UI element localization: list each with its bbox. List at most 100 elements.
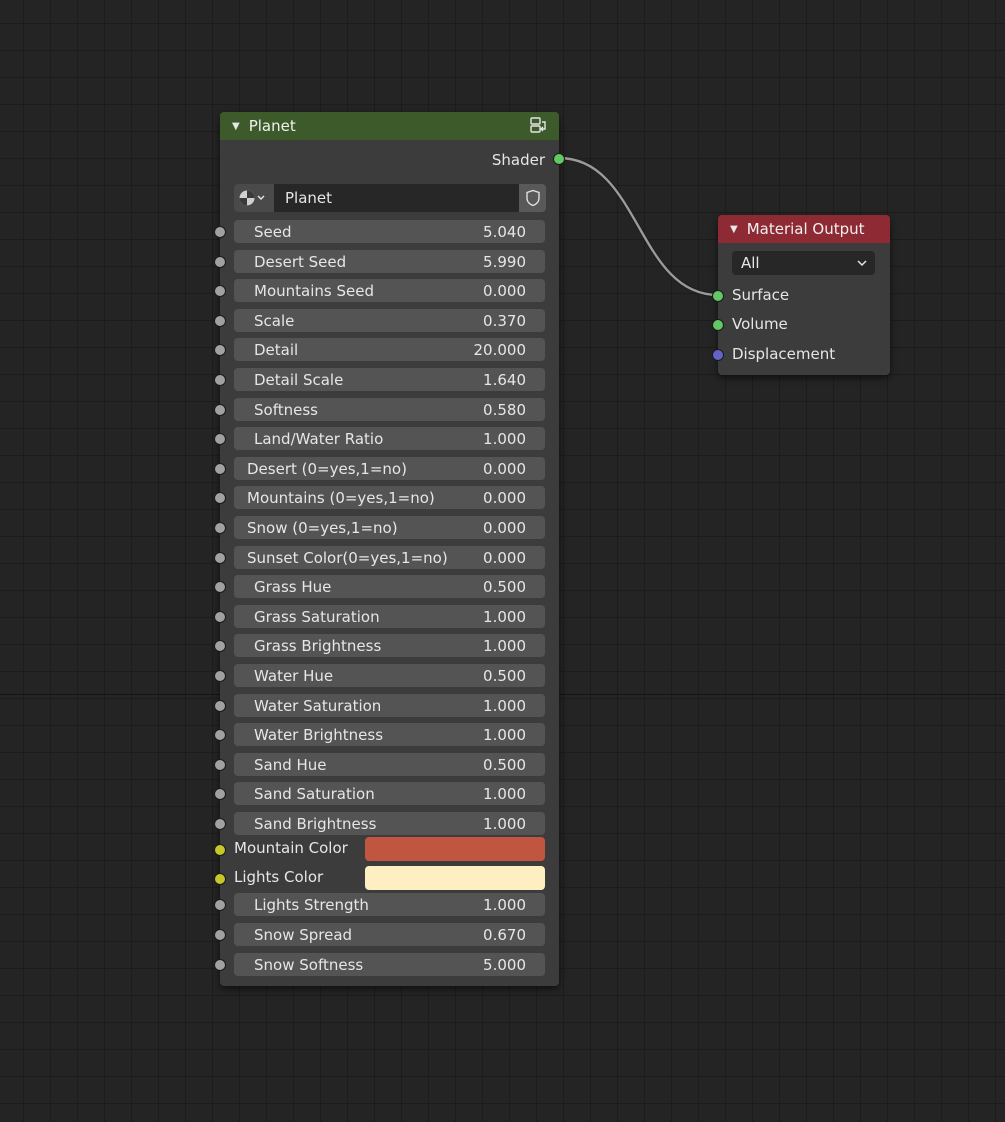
field-label: Sand Brightness [254, 814, 377, 833]
snow-spread-field[interactable]: Snow Spread 0.670 [234, 923, 545, 946]
mountains-seed-field[interactable]: Mountains Seed 0.000 [234, 279, 545, 302]
water-brightness-field[interactable]: Water Brightness 1.000 [234, 723, 545, 746]
surface-input-label: Surface [732, 286, 790, 304]
seed-input-socket[interactable] [214, 226, 226, 238]
field-value: 5.000 [483, 955, 526, 974]
snow-0-yes-1-no-field[interactable]: Snow (0=yes,1=no) 0.000 [234, 516, 545, 539]
mountains-0-yes-1-no-input-socket[interactable] [214, 492, 226, 504]
material-selector[interactable]: Planet [234, 184, 546, 212]
material-browse-button[interactable] [234, 184, 274, 212]
sunset-color-0-yes-1-no-field[interactable]: Sunset Color(0=yes,1=no) 0.000 [234, 546, 545, 569]
desert-0-yes-1-no-input-socket[interactable] [214, 463, 226, 475]
field-label: Sand Saturation [254, 784, 375, 803]
sand-brightness-input-socket[interactable] [214, 818, 226, 830]
material-name-field[interactable]: Planet [274, 189, 519, 207]
water-saturation-field[interactable]: Water Saturation 1.000 [234, 694, 545, 717]
field-label: Sunset Color(0=yes,1=no) [247, 548, 448, 567]
field-label: Water Saturation [254, 696, 382, 715]
field-label: Sand Hue [254, 755, 327, 774]
water-hue-input-socket[interactable] [214, 670, 226, 682]
sand-hue-field[interactable]: Sand Hue 0.500 [234, 753, 545, 776]
collapse-arrow-icon[interactable]: ▼ [730, 224, 738, 235]
water-hue-field[interactable]: Water Hue 0.500 [234, 664, 545, 687]
field-label: Water Brightness [254, 725, 384, 744]
mountains-seed-input-socket[interactable] [214, 285, 226, 297]
scale-input-socket[interactable] [214, 315, 226, 327]
detail-field[interactable]: Detail 20.000 [234, 338, 545, 361]
sunset-color-0-yes-1-no-input-socket[interactable] [214, 552, 226, 564]
grass-brightness-input-socket[interactable] [214, 640, 226, 652]
planet-group-node[interactable]: ▼ Planet Shader Planet Seed 5.040 Desert S… [214, 112, 565, 986]
lights-color-input-socket[interactable] [214, 873, 226, 885]
desert-seed-field[interactable]: Desert Seed 5.990 [234, 250, 545, 273]
field-label: Desert Seed [254, 252, 347, 271]
snow-0-yes-1-no-input-socket[interactable] [214, 522, 226, 534]
field-label: Snow (0=yes,1=no) [247, 518, 398, 537]
field-value: 0.500 [483, 577, 526, 596]
softness-field[interactable]: Softness 0.580 [234, 398, 545, 421]
grass-saturation-input-socket[interactable] [214, 611, 226, 623]
volume-input-label: Volume [732, 315, 788, 333]
sand-brightness-field[interactable]: Sand Brightness 1.000 [234, 812, 545, 835]
field-value: 5.040 [483, 222, 526, 241]
field-label: Seed [254, 222, 292, 241]
lights-strength-field[interactable]: Lights Strength 1.000 [234, 893, 545, 916]
fake-user-button[interactable] [519, 184, 546, 212]
field-value: 0.580 [483, 400, 526, 419]
field-value: 1.000 [483, 607, 526, 626]
softness-input-socket[interactable] [214, 404, 226, 416]
output-node-title: Material Output [746, 220, 865, 238]
mountain-color-input-socket[interactable] [214, 844, 226, 856]
field-value: 0.500 [483, 755, 526, 774]
seed-field[interactable]: Seed 5.040 [234, 220, 545, 243]
snow-softness-input-socket[interactable] [214, 959, 226, 971]
water-saturation-input-socket[interactable] [214, 700, 226, 712]
field-label: Grass Saturation [254, 607, 380, 626]
field-value: 0.000 [483, 281, 526, 300]
lights-strength-input-socket[interactable] [214, 899, 226, 911]
field-value: 1.000 [483, 725, 526, 744]
land-water-ratio-input-socket[interactable] [214, 433, 226, 445]
field-value: 1.000 [483, 814, 526, 833]
planet-node-header[interactable]: ▼ Planet [220, 112, 559, 140]
snow-softness-field[interactable]: Snow Softness 5.000 [234, 953, 545, 976]
grass-brightness-field[interactable]: Grass Brightness 1.000 [234, 634, 545, 657]
grass-hue-input-socket[interactable] [214, 581, 226, 593]
snow-spread-input-socket[interactable] [214, 929, 226, 941]
node-group-icon[interactable] [529, 116, 548, 135]
field-label: Lights Strength [254, 895, 369, 914]
desert-0-yes-1-no-field[interactable]: Desert (0=yes,1=no) 0.000 [234, 457, 545, 480]
volume-input-socket[interactable] [712, 319, 724, 331]
field-value: 1.000 [483, 784, 526, 803]
sand-hue-input-socket[interactable] [214, 759, 226, 771]
water-brightness-input-socket[interactable] [214, 729, 226, 741]
shield-icon [525, 189, 540, 207]
scale-field[interactable]: Scale 0.370 [234, 309, 545, 332]
field-value: 0.000 [483, 518, 526, 537]
surface-input-socket[interactable] [712, 290, 724, 302]
displacement-input-socket[interactable] [712, 349, 724, 361]
collapse-arrow-icon[interactable]: ▼ [232, 121, 240, 132]
material-output-node[interactable]: ▼ Material Output All Surface Volume Dis… [712, 215, 890, 375]
render-target-dropdown[interactable]: All [732, 251, 875, 275]
land-water-ratio-field[interactable]: Land/Water Ratio 1.000 [234, 427, 545, 450]
shader-output-socket[interactable] [553, 153, 565, 165]
detail-scale-input-socket[interactable] [214, 374, 226, 386]
field-label: Grass Hue [254, 577, 332, 596]
field-label: Water Hue [254, 666, 334, 685]
detail-input-socket[interactable] [214, 344, 226, 356]
grass-saturation-field[interactable]: Grass Saturation 1.000 [234, 605, 545, 628]
mountain-color-swatch[interactable] [365, 837, 545, 861]
field-value: 0.500 [483, 666, 526, 685]
lights-color-swatch[interactable] [365, 866, 545, 890]
planet-node-title: Planet [248, 117, 296, 135]
output-node-header[interactable]: ▼ Material Output [718, 215, 890, 243]
displacement-input-label: Displacement [732, 345, 836, 363]
sand-saturation-input-socket[interactable] [214, 788, 226, 800]
desert-seed-input-socket[interactable] [214, 256, 226, 268]
grass-hue-field[interactable]: Grass Hue 0.500 [234, 575, 545, 598]
detail-scale-field[interactable]: Detail Scale 1.640 [234, 368, 545, 391]
field-label: Detail [254, 340, 299, 359]
sand-saturation-field[interactable]: Sand Saturation 1.000 [234, 782, 545, 805]
mountains-0-yes-1-no-field[interactable]: Mountains (0=yes,1=no) 0.000 [234, 486, 545, 509]
